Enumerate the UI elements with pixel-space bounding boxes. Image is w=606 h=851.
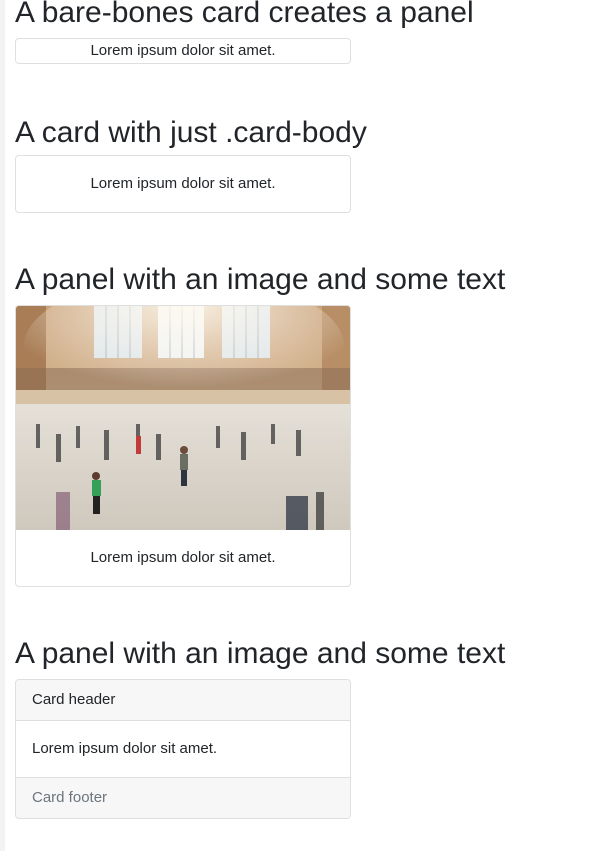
card-text: Lorem ipsum dolor sit amet. xyxy=(32,740,218,757)
card-header: Card header xyxy=(16,680,350,721)
section-heading: A panel with an image and some text xyxy=(15,263,506,296)
section-heading: A panel with an image and some text xyxy=(15,637,506,670)
header-footer-card: Card header Lorem ipsum dolor sit amet. … xyxy=(15,679,351,819)
section-heading: A card with just .card-body xyxy=(15,116,367,149)
card-body-card: Lorem ipsum dolor sit amet. xyxy=(15,155,351,213)
card-text: Lorem ipsum dolor sit amet. xyxy=(90,42,276,59)
image-card: Lorem ipsum dolor sit amet. xyxy=(15,305,351,587)
section-heading: A bare-bones card creates a panel xyxy=(15,0,474,29)
card-footer: Card footer xyxy=(16,777,350,818)
bare-card: Lorem ipsum dolor sit amet. xyxy=(15,38,351,64)
page-left-strip xyxy=(0,0,5,851)
card-text: Lorem ipsum dolor sit amet. xyxy=(90,175,276,192)
card-image xyxy=(16,306,350,530)
card-text: Lorem ipsum dolor sit amet. xyxy=(90,549,276,566)
